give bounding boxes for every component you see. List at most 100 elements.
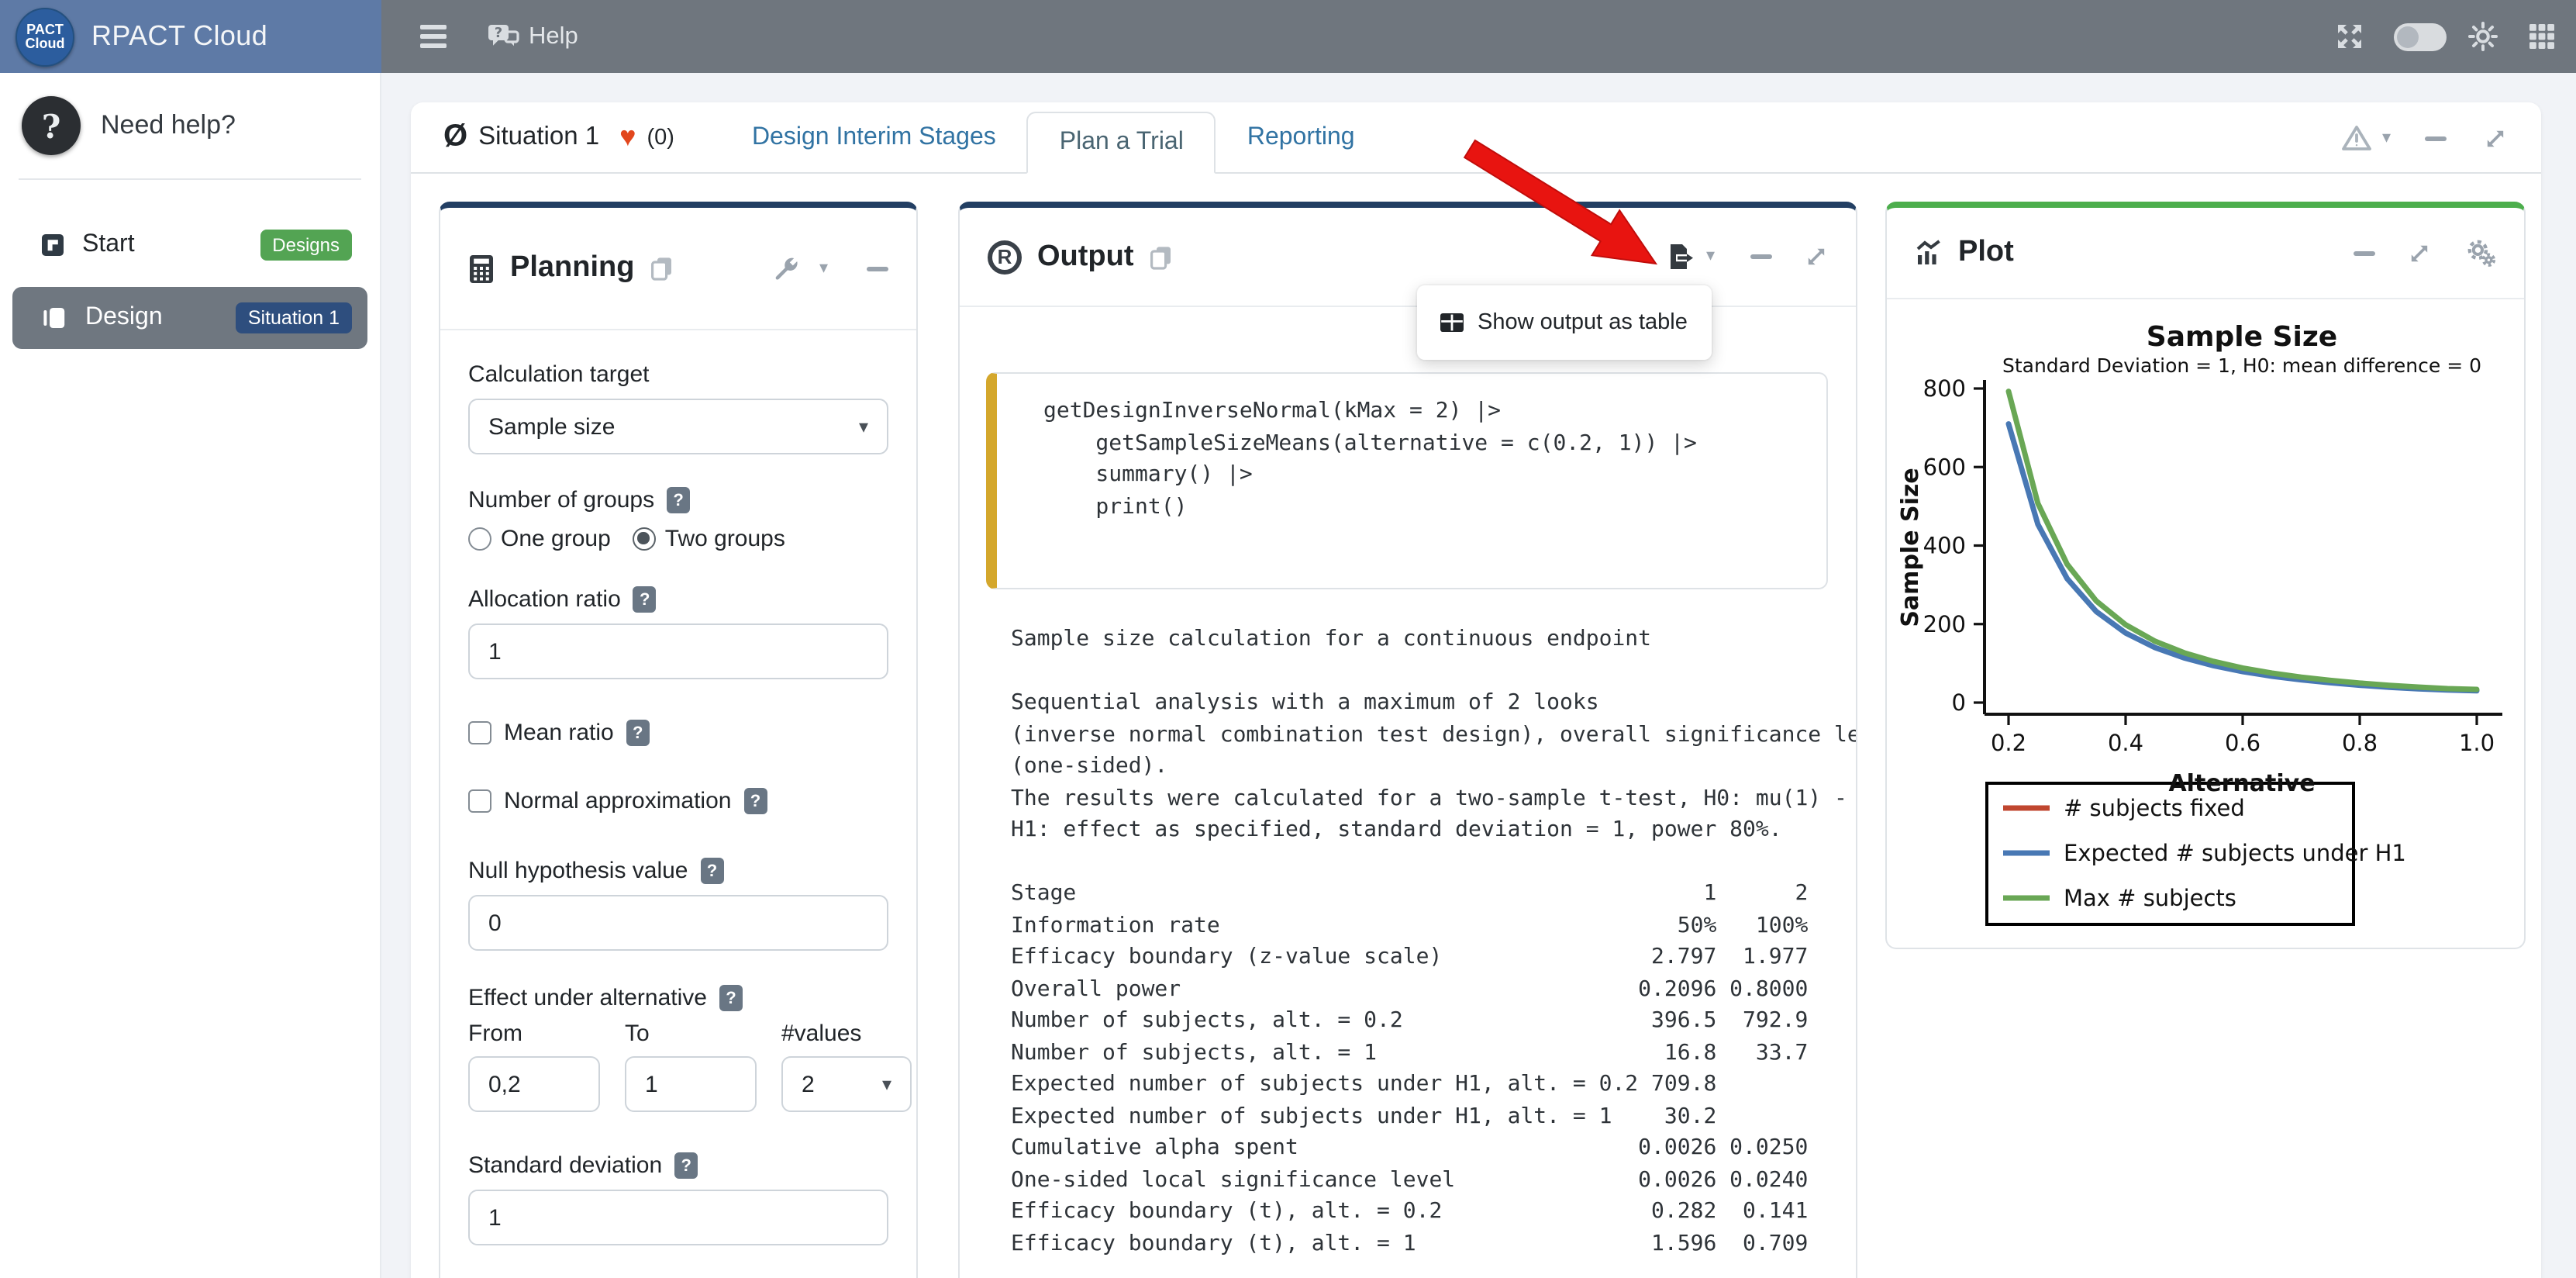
normal-approximation-checkbox[interactable]: Normal approximation ? — [468, 788, 888, 814]
header-actions — [2336, 0, 2555, 73]
svg-text:0: 0 — [1952, 689, 1966, 716]
expand-panel-icon[interactable] — [1805, 245, 1828, 268]
hamburger-menu-icon[interactable] — [420, 25, 447, 48]
expand-card-icon[interactable] — [2484, 126, 2507, 150]
tab-reporting[interactable]: Reporting — [1216, 102, 1386, 172]
sidebar-item-start[interactable]: Start Designs — [12, 214, 367, 276]
plot-settings-gears-icon[interactable] — [2467, 238, 2496, 268]
show-output-as-table-menu-item[interactable]: Show output as table — [1417, 285, 1712, 360]
svg-text:Max # subjects: Max # subjects — [2064, 885, 2236, 911]
values-select[interactable]: 2 ▾ — [781, 1056, 912, 1112]
copy-icon[interactable] — [650, 256, 674, 281]
checkbox-icon — [468, 721, 491, 744]
logo-text-2: Cloud — [26, 36, 65, 50]
tab-design-interim-stages[interactable]: Design Interim Stages — [721, 102, 1027, 172]
help-badge-icon[interactable]: ? — [626, 720, 650, 746]
svg-text:0.4: 0.4 — [2108, 730, 2143, 756]
logo-text-1: PACT — [26, 22, 64, 36]
svg-text:Expected # subjects under H1: Expected # subjects under H1 — [2064, 840, 2406, 866]
svg-text:0.6: 0.6 — [2225, 730, 2260, 756]
standard-deviation-field[interactable] — [488, 1204, 868, 1231]
null-hypothesis-input[interactable] — [468, 895, 888, 951]
allocation-ratio-field[interactable] — [488, 638, 868, 665]
need-help-button[interactable]: ? Need help? — [0, 73, 380, 175]
app-title: RPACT Cloud — [91, 20, 267, 53]
help-bubbles-icon: ? — [487, 23, 519, 50]
mean-ratio-checkbox[interactable]: Mean ratio ? — [468, 720, 888, 746]
dark-mode-toggle[interactable] — [2394, 22, 2447, 50]
chevron-down-icon[interactable]: ▾ — [1706, 248, 1715, 265]
favorite-heart-icon[interactable]: ♥ — [619, 121, 636, 154]
radio-circle-icon — [468, 527, 491, 551]
help-badge-icon[interactable]: ? — [667, 487, 690, 513]
to-field[interactable] — [645, 1071, 736, 1097]
export-output-icon[interactable] — [1666, 242, 1695, 271]
copy-icon[interactable] — [1150, 244, 1174, 269]
to-input[interactable] — [625, 1056, 757, 1112]
svg-text:600: 600 — [1923, 454, 1966, 480]
tabs: Design Interim Stages Plan a Trial Repor… — [721, 102, 1386, 172]
calculation-target-select[interactable]: Sample size ▾ — [468, 399, 888, 454]
help-badge-icon[interactable]: ? — [719, 985, 743, 1011]
rpact-logo-icon: PACT Cloud — [16, 7, 74, 66]
table-icon — [1439, 310, 1465, 335]
menu-item-label: Show output as table — [1478, 310, 1688, 335]
brightness-sun-icon[interactable] — [2468, 22, 2498, 51]
chevron-down-icon[interactable]: ▾ — [2382, 130, 2391, 147]
brand-block[interactable]: PACT Cloud RPACT Cloud — [0, 0, 381, 73]
radio-circle-icon — [633, 527, 656, 551]
svg-text:# subjects fixed: # subjects fixed — [2064, 795, 2245, 821]
chevron-down-icon: ▾ — [882, 1073, 891, 1095]
help-badge-icon[interactable]: ? — [633, 586, 657, 613]
empty-set-icon: Ø — [443, 119, 467, 155]
card-actions: ▾ — [2342, 102, 2507, 174]
null-hypothesis-field[interactable] — [488, 910, 868, 936]
calculator-icon — [468, 254, 495, 283]
plot-header: Plot — [1887, 208, 2524, 299]
plot-title: Plot — [1958, 236, 2014, 270]
expand-panel-icon[interactable] — [2408, 241, 2431, 264]
app-root: PACT Cloud RPACT Cloud ? Help — [0, 0, 2576, 1278]
from-field[interactable] — [488, 1071, 580, 1097]
fullscreen-icon[interactable] — [2336, 23, 2363, 50]
question-mark-icon: ? — [22, 96, 81, 155]
sidebar-nav: Start Designs Design Situation 1 — [0, 180, 380, 349]
svg-text:1.0: 1.0 — [2459, 730, 2495, 756]
situation-header: Ø Situation 1 ♥ (0) — [443, 119, 674, 155]
collapse-panel-icon[interactable] — [1750, 254, 1772, 259]
help-button[interactable]: ? Help — [487, 22, 578, 50]
svg-text:0.2: 0.2 — [1991, 730, 2026, 756]
start-flag-icon — [40, 233, 65, 257]
effect-alternative-label: Effect under alternative ? — [468, 985, 888, 1011]
need-help-label: Need help? — [101, 110, 236, 141]
collapse-card-icon[interactable] — [2425, 136, 2447, 140]
radio-two-groups[interactable]: Two groups — [633, 526, 785, 552]
values-label: #values — [781, 1021, 912, 1047]
output-panel: R Output ▾ — [958, 202, 1857, 1278]
r-code-block[interactable]: getDesignInverseNormal(kMax = 2) |> getS… — [986, 372, 1828, 589]
warning-triangle-icon[interactable] — [2342, 124, 2373, 152]
chevron-down-icon[interactable]: ▾ — [819, 260, 828, 277]
radio-one-group[interactable]: One group — [468, 526, 611, 552]
sidebar-item-label: Start — [82, 231, 135, 259]
svg-text:Sample Size: Sample Size — [2147, 321, 2337, 353]
tab-plan-a-trial[interactable]: Plan a Trial — [1027, 112, 1216, 174]
help-badge-icon[interactable]: ? — [674, 1152, 698, 1179]
help-badge-icon[interactable]: ? — [743, 788, 767, 814]
chevron-down-icon: ▾ — [859, 416, 868, 437]
allocation-ratio-input[interactable] — [468, 623, 888, 679]
wrench-icon[interactable] — [773, 255, 799, 282]
collapse-panel-icon[interactable] — [867, 266, 888, 271]
effect-grid: From To #values — [468, 1021, 888, 1047]
r-logo-icon: R — [988, 240, 1022, 274]
help-badge-icon[interactable]: ? — [701, 858, 724, 884]
chart-icon — [1915, 239, 1943, 267]
sidebar: ? Need help? Start Designs — [0, 73, 381, 1278]
calculation-target-value: Sample size — [488, 413, 615, 440]
standard-deviation-input[interactable] — [468, 1190, 888, 1245]
apps-grid-icon[interactable] — [2529, 23, 2555, 50]
effect-inputs: 2 ▾ — [468, 1056, 888, 1112]
collapse-panel-icon[interactable] — [2354, 250, 2375, 255]
sidebar-item-design[interactable]: Design Situation 1 — [12, 287, 367, 349]
from-input[interactable] — [468, 1056, 600, 1112]
